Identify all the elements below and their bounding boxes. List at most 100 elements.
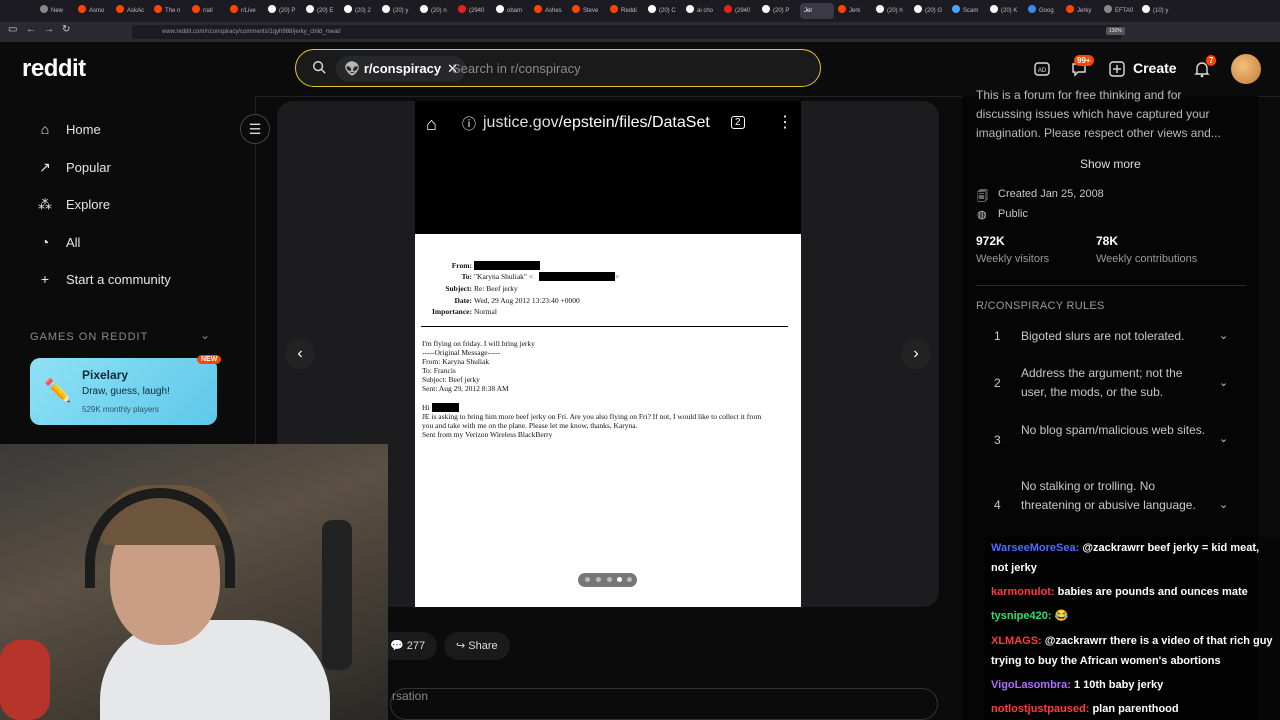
back-icon[interactable]: ← (26, 24, 36, 35)
browser-tab[interactable]: (10) y (1142, 3, 1176, 19)
browser-tab[interactable]: The n (154, 3, 188, 19)
search-scope-chip[interactable]: 👽 r/conspiracy ✕ (336, 56, 467, 82)
favicon-icon (610, 5, 618, 13)
chevron-down-icon[interactable]: ⌄ (1219, 432, 1228, 445)
sidebar-item-explore[interactable]: ⁂ Explore (36, 194, 110, 214)
sidebar-toggle-icon[interactable]: ▭ (8, 24, 17, 35)
browser-tab[interactable]: Asmo (78, 3, 112, 19)
email-subject: Re: Beef jerky (474, 284, 518, 293)
browser-tab[interactable]: r/Live (230, 3, 264, 19)
zoom-level[interactable]: 130% (1106, 27, 1125, 35)
games-heading: GAMES ON REDDIT (30, 331, 149, 343)
sidebar-item-popular[interactable]: ↗ Popular (36, 157, 111, 177)
share-button[interactable]: ↪ Share (444, 632, 510, 660)
browser-tab[interactable]: Reddi (610, 3, 644, 19)
rule-text: No blog spam/malicious web sites. (1021, 423, 1206, 437)
browser-tab[interactable]: (20) P (268, 3, 302, 19)
comment-count: 277 (406, 640, 426, 652)
browser-tab[interactable]: AskAc (116, 3, 150, 19)
browser-tab[interactable]: (20) 2 (344, 3, 378, 19)
ad-icon[interactable]: AD (1033, 60, 1051, 78)
created-date: Created Jan 25, 2008 (998, 188, 1104, 200)
browser-tab[interactable]: (20) C (648, 3, 682, 19)
email-to-value: "Karyna Shuliak" < (474, 272, 534, 281)
browser-tab[interactable]: New (40, 3, 74, 19)
favicon-icon (572, 5, 580, 13)
favicon-icon (1066, 5, 1074, 13)
email-body-line: I'm flying on friday. I will bring jerky (422, 339, 535, 348)
plus-icon[interactable] (1108, 60, 1126, 78)
tab-label: r/all (203, 8, 213, 14)
new-badge: NEW (197, 355, 222, 364)
carousel-dot-active[interactable] (617, 577, 622, 582)
tab-label: Steve (583, 8, 599, 14)
webcam-plush (0, 640, 50, 720)
carousel-dot[interactable] (607, 577, 612, 582)
carousel-dot[interactable] (627, 577, 632, 582)
conversation-box[interactable] (390, 688, 938, 720)
address-bar[interactable]: www.reddit.com/r/conspiracy/comments/1qy… (132, 25, 1122, 39)
browser-tab[interactable]: (20) y (382, 3, 416, 19)
browser-tab[interactable]: r/all (192, 3, 226, 19)
menu-icon[interactable]: ☰ (240, 114, 270, 144)
email-to-end: > (615, 272, 620, 281)
tab-label: (20) h (887, 8, 903, 14)
share-icon: ↪ (456, 640, 469, 652)
browser-tab[interactable]: (20) n (420, 3, 454, 19)
chevron-left-icon[interactable]: ‹ (285, 339, 315, 369)
forward-icon[interactable]: → (44, 24, 54, 35)
browser-tab[interactable]: Steve (572, 3, 606, 19)
favicon-icon (990, 5, 998, 13)
favicon-icon (724, 5, 732, 13)
home-icon: ⌂ (40, 121, 50, 137)
browser-tab[interactable]: (20) E (306, 3, 340, 19)
browser-tab[interactable]: Ashes (534, 3, 568, 19)
browser-tab[interactable]: (2940 (458, 3, 492, 19)
game-description: Draw, guess, laugh! (82, 386, 170, 397)
browser-tab[interactable]: (20) P (762, 3, 796, 19)
subreddit-description: This is a forum for free thinking and fo… (976, 86, 1221, 143)
divider (976, 285, 1246, 286)
reddit-logo[interactable]: reddit (22, 55, 86, 83)
redaction (474, 261, 540, 270)
sidebar-item-home[interactable]: ⌂ Home (36, 119, 101, 139)
chevron-down-icon[interactable]: ⌄ (1219, 498, 1228, 511)
browser-tab[interactable]: (2940 (724, 3, 758, 19)
favicon-icon (1104, 5, 1112, 13)
email-date-label: Date: (454, 296, 473, 305)
rules-heading: R/CONSPIRACY RULES (976, 300, 1105, 312)
create-button[interactable]: Create (1133, 60, 1177, 76)
chat-text: plan parenthood (1092, 703, 1179, 715)
chevron-down-icon[interactable]: ⌄ (200, 328, 210, 342)
carousel-dot[interactable] (596, 577, 601, 582)
show-more-button[interactable]: Show more (1080, 157, 1141, 171)
browser-tab[interactable]: ai cho (686, 3, 720, 19)
browser-tab[interactable]: Jerk (838, 3, 872, 19)
chip-label: r/conspiracy (363, 61, 442, 76)
browser-tab[interactable]: Jerky (1066, 3, 1100, 19)
tab-label: EFTA0 (1115, 8, 1134, 14)
chevron-down-icon[interactable]: ⌄ (1219, 376, 1228, 389)
divider (421, 326, 788, 327)
carousel-dot[interactable] (585, 577, 590, 582)
reload-icon[interactable]: ↻ (62, 24, 70, 35)
user-avatar[interactable] (1231, 54, 1261, 84)
email-message-line: Sent from my Verizon Wireless BlackBerry (422, 430, 553, 439)
browser-tab[interactable]: EFTA0 (1104, 3, 1138, 19)
chevron-down-icon[interactable]: ⌄ (1219, 329, 1228, 342)
visitors-value: 972K (976, 234, 1005, 248)
browser-tab-active[interactable]: Jer (800, 3, 834, 19)
browser-tab[interactable]: (20) K (990, 3, 1024, 19)
chat-text: 1 10th baby jerky (1073, 679, 1164, 691)
svg-text:AD: AD (1038, 68, 1047, 74)
email-body-line: Sent: Aug 29, 2012 8:38 AM (422, 384, 509, 393)
sidebar-item-start-community[interactable]: + Start a community (36, 269, 171, 289)
browser-tab[interactable]: Scam (952, 3, 986, 19)
sidebar-item-all[interactable]: ◔ All (36, 232, 81, 252)
chat-username: XLMAGS: (991, 635, 1042, 647)
browser-tab[interactable]: Goog (1028, 3, 1062, 19)
browser-tab[interactable]: obam (496, 3, 530, 19)
chevron-right-icon[interactable]: › (901, 339, 931, 369)
browser-tab[interactable]: (20) G (914, 3, 948, 19)
browser-tab[interactable]: (20) h (876, 3, 910, 19)
